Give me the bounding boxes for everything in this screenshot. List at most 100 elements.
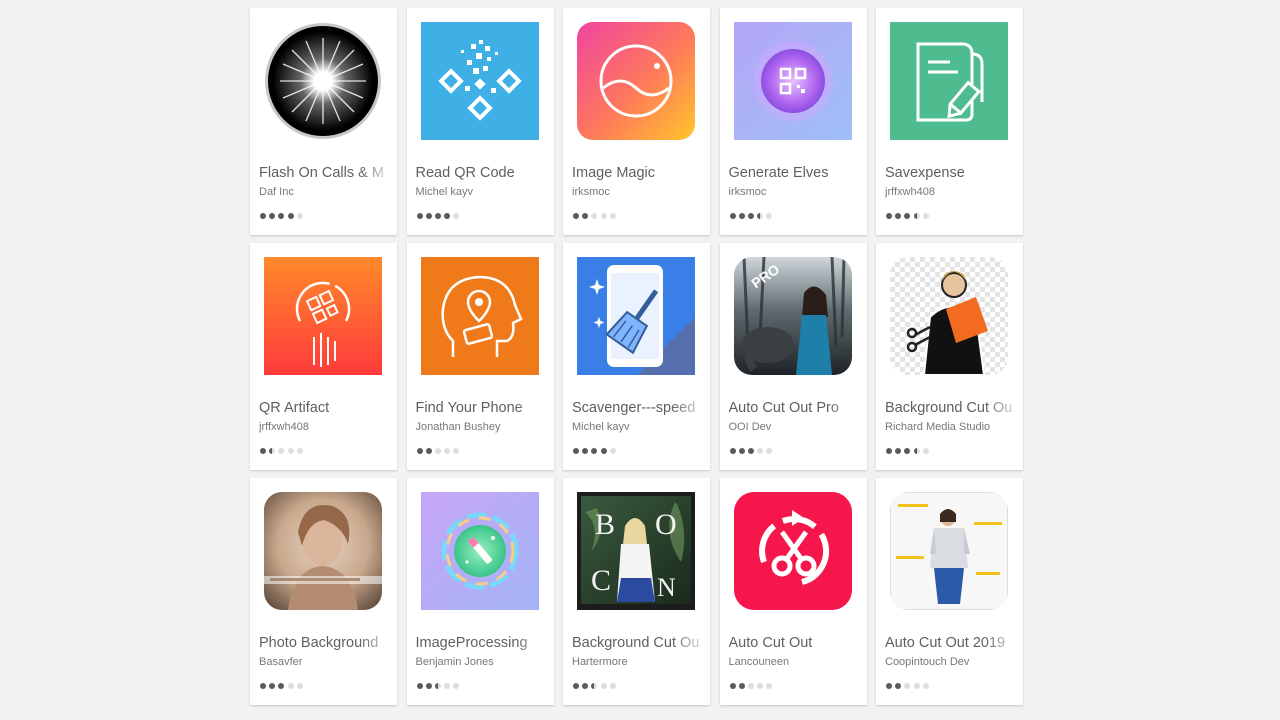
star-icon <box>434 448 441 454</box>
star-icon <box>738 683 745 689</box>
app-developer[interactable]: Benjamin Jones <box>416 656 554 668</box>
star-icon <box>913 683 920 689</box>
app-developer[interactable]: jrffxwh408 <box>885 186 1023 198</box>
star-icon <box>269 448 276 454</box>
star-icon <box>609 213 616 219</box>
star-icon <box>260 683 266 689</box>
app-developer[interactable]: irksmoc <box>572 186 710 198</box>
star-icon <box>729 683 736 689</box>
star-icon <box>416 448 423 454</box>
app-grid: Flash On Calls & M Daf Inc Read QR Code … <box>250 8 1023 705</box>
star-icon <box>425 213 432 219</box>
cutout-person-icon <box>890 257 1008 375</box>
phone-broom-icon <box>577 257 695 375</box>
app-title[interactable]: Flash On Calls & M <box>259 165 397 181</box>
star-icon <box>922 213 929 219</box>
star-icon <box>886 448 892 454</box>
app-card[interactable]: Image Magic irksmoc <box>563 8 710 235</box>
app-developer[interactable]: irksmoc <box>729 186 867 198</box>
app-title[interactable]: Background Cut Ou <box>885 400 1023 416</box>
star-icon <box>895 448 902 454</box>
app-card[interactable]: Auto Cut Out 2019 Coopintouch Dev <box>876 478 1023 705</box>
app-developer[interactable]: Daf Inc <box>259 186 397 198</box>
star-icon <box>757 448 764 454</box>
star-icon <box>922 683 929 689</box>
star-icon <box>904 448 911 454</box>
star-icon <box>453 213 460 219</box>
qr-blocks-icon <box>420 22 539 140</box>
star-rating <box>573 448 616 454</box>
app-card[interactable]: Read QR Code Michel kayv <box>406 8 554 235</box>
star-rating <box>260 213 303 219</box>
star-icon <box>278 213 285 219</box>
star-icon <box>434 683 441 689</box>
app-title[interactable]: ImageProcessing <box>416 635 554 651</box>
magic-wand-circle-icon <box>420 492 539 610</box>
app-title[interactable]: Image Magic <box>572 165 710 181</box>
star-icon <box>287 448 294 454</box>
star-rating <box>886 448 929 454</box>
star-icon <box>922 448 929 454</box>
star-icon <box>453 448 460 454</box>
star-rating <box>260 448 303 454</box>
star-rating <box>416 448 460 454</box>
star-icon <box>913 213 920 219</box>
app-developer[interactable]: Jonathan Bushey <box>416 421 554 433</box>
app-developer[interactable]: Hartermore <box>572 656 710 668</box>
app-title[interactable]: Scavenger---speed <box>572 400 710 416</box>
app-card[interactable]: Background Cut Ou Richard Media Studio <box>876 243 1023 470</box>
star-icon <box>269 213 276 219</box>
svg-text:O: O <box>655 508 677 541</box>
app-card[interactable]: Find Your Phone Jonathan Bushey <box>406 243 554 470</box>
star-icon <box>738 213 745 219</box>
app-title[interactable]: Generate Elves <box>729 165 867 181</box>
head-location-pin-icon <box>420 257 539 375</box>
app-title[interactable]: QR Artifact <box>259 400 397 416</box>
app-card[interactable]: PRO Auto Cut Out Pro OOI Dev <box>719 243 867 470</box>
app-card[interactable]: Savexpense jrffxwh408 <box>876 8 1023 235</box>
star-icon <box>582 448 589 454</box>
app-title[interactable]: Auto Cut Out Pro <box>729 400 867 416</box>
app-title[interactable]: Photo Background <box>259 635 397 651</box>
app-developer[interactable]: Michel kayv <box>572 421 710 433</box>
star-rating <box>886 213 929 219</box>
app-title[interactable]: Read QR Code <box>416 165 554 181</box>
star-rating <box>573 683 616 689</box>
app-title[interactable]: Background Cut Ou <box>572 635 710 651</box>
app-card[interactable]: Generate Elves irksmoc <box>719 8 867 235</box>
app-card[interactable]: Scavenger---speed Michel kayv <box>563 243 710 470</box>
star-icon <box>260 213 266 219</box>
app-developer[interactable]: Richard Media Studio <box>885 421 1023 433</box>
star-icon <box>278 683 285 689</box>
app-title[interactable]: Savexpense <box>885 165 1023 181</box>
app-card[interactable]: ImageProcessing Benjamin Jones <box>406 478 554 705</box>
app-card[interactable]: Auto Cut Out Lancouneen <box>719 478 867 705</box>
app-card[interactable]: B O C N Background Cut Ou Hartermore <box>563 478 710 705</box>
app-developer[interactable]: Coopintouch Dev <box>885 656 1023 668</box>
star-icon <box>600 213 607 219</box>
star-icon <box>747 448 754 454</box>
app-title[interactable]: Auto Cut Out <box>729 635 867 651</box>
app-developer[interactable]: Michel kayv <box>416 186 554 198</box>
qr-orb-icon <box>733 22 852 140</box>
app-card[interactable]: QR Artifact jrffxwh408 <box>250 243 397 470</box>
app-developer[interactable]: Lancouneen <box>729 656 867 668</box>
star-icon <box>296 213 303 219</box>
app-title[interactable]: Auto Cut Out 2019 <box>885 635 1023 651</box>
star-icon <box>573 213 579 219</box>
app-developer[interactable]: jrffxwh408 <box>259 421 397 433</box>
app-developer[interactable]: Basavfer <box>259 656 397 668</box>
svg-text:B: B <box>595 508 615 541</box>
app-title[interactable]: Find Your Phone <box>416 400 554 416</box>
star-icon <box>886 213 892 219</box>
star-icon <box>747 683 754 689</box>
star-icon <box>573 448 579 454</box>
app-developer[interactable]: OOI Dev <box>729 421 867 433</box>
app-card[interactable]: Photo Background Basavfer <box>250 478 397 705</box>
star-icon <box>904 683 911 689</box>
star-icon <box>278 448 285 454</box>
qr-artifact-icon <box>264 257 382 375</box>
star-icon <box>895 683 902 689</box>
star-icon <box>747 213 754 219</box>
app-card[interactable]: Flash On Calls & M Daf Inc <box>250 8 397 235</box>
